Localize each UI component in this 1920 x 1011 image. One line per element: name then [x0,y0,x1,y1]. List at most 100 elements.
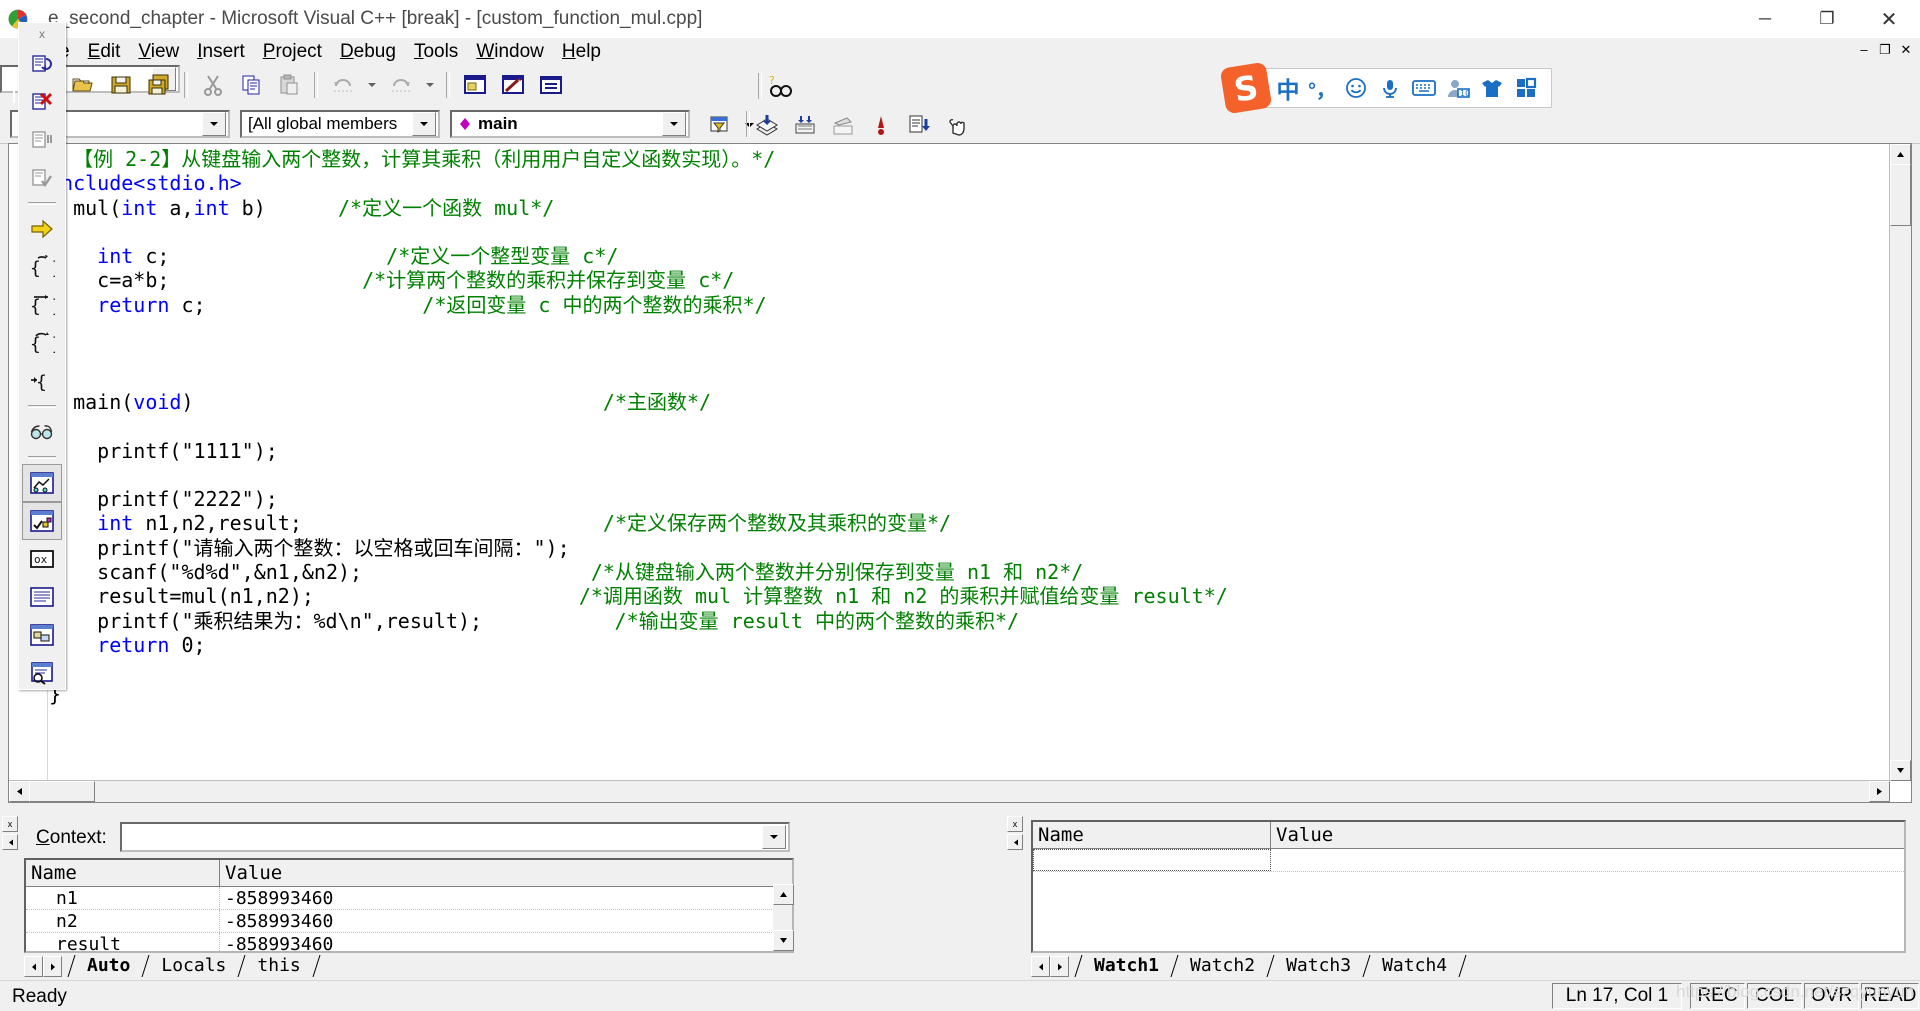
punctuation-mode-icon[interactable]: °， [1305,70,1339,106]
variables-window-icon[interactable] [22,502,62,540]
registers-window-icon[interactable]: ox [22,540,62,578]
copy-icon[interactable] [232,67,270,103]
close-pane-button[interactable]: x [1007,816,1023,832]
menu-item-debug[interactable]: Debug [331,40,405,64]
editor-vertical-scrollbar[interactable] [1889,144,1911,781]
call-stack-window-icon[interactable] [22,616,62,654]
restart-icon[interactable] [22,45,62,83]
menu-item-edit[interactable]: Edit [79,40,130,64]
go-icon[interactable] [900,107,938,143]
scroll-down-button[interactable] [773,930,794,951]
apply-code-changes-icon[interactable] [22,159,62,197]
show-next-statement-icon[interactable] [22,210,62,248]
watch-value-cell[interactable] [1271,849,1904,871]
menu-item-project[interactable]: Project [254,40,331,64]
step-into-icon[interactable]: { } [22,248,62,286]
filter-icon[interactable] [700,107,738,143]
compile-icon[interactable] [748,107,786,143]
close-button[interactable]: ✕ [1858,0,1920,38]
debug-toolbar[interactable]: x { } { } { } { } [18,22,66,690]
maximize-button[interactable]: ❐ [1796,0,1858,38]
chinese-mode-icon[interactable]: 中 [1271,70,1305,106]
tab-scroll-left-button[interactable] [1031,956,1050,977]
chevron-down-icon[interactable] [202,112,226,136]
function-combo[interactable]: main [450,110,690,138]
run-to-cursor-icon[interactable]: { } [22,362,62,400]
tab-this[interactable]: this [247,955,310,977]
resource-view-icon[interactable] [532,67,570,103]
menu-item-window[interactable]: Window [467,40,553,64]
step-over-icon[interactable]: { } [22,286,62,324]
variables-vertical-scrollbar[interactable] [773,884,794,951]
chevron-down-icon[interactable] [662,112,686,136]
tab-scroll-left-button[interactable] [24,956,43,977]
variable-value-cell[interactable]: -858993460 [220,887,792,909]
stop-build-icon[interactable] [824,107,862,143]
close-icon[interactable]: x [39,27,45,41]
tab-watch1[interactable]: Watch1 [1084,955,1169,977]
tab-auto[interactable]: Auto [77,955,140,977]
memory-window-icon[interactable] [22,578,62,616]
build-icon[interactable] [786,107,824,143]
collapse-pane-button[interactable] [2,834,18,850]
output-window-icon[interactable] [494,67,532,103]
menu-item-help[interactable]: Help [553,40,610,64]
redo-dropdown-icon[interactable] [420,67,440,103]
scroll-left-button[interactable] [9,781,30,802]
find-in-files-icon[interactable]: ? [760,68,798,104]
table-row[interactable]: n2 -858993460 [26,910,792,933]
break-execution-icon[interactable] [22,121,62,159]
tab-watch2[interactable]: Watch2 [1180,955,1265,977]
skin-icon[interactable] [1475,70,1509,106]
scroll-up-button[interactable] [773,884,794,905]
watch-window-icon[interactable] [22,464,62,502]
watch-grid[interactable]: Name Value [1031,820,1906,953]
stop-debugging-icon[interactable] [22,83,62,121]
scroll-thumb[interactable] [1890,164,1911,226]
mdi-restore-button[interactable]: ❐ [1875,42,1895,60]
context-combo[interactable] [120,822,790,852]
menu-item-tools[interactable]: Tools [405,40,467,64]
scroll-right-button[interactable] [1869,781,1890,802]
source-code[interactable]: * 【例 2-2】从键盘输入两个整数，计算其乘积（利用用户自定义函数实现）。*/… [49,147,1889,780]
watch-row[interactable] [1033,849,1904,872]
variable-name-cell[interactable]: result [26,933,220,955]
mdi-minimize-button[interactable]: – [1854,42,1874,60]
code-editor[interactable]: * 【例 2-2】从键盘输入两个整数，计算其乘积（利用用户自定义函数实现）。*/… [8,143,1912,803]
chevron-down-icon[interactable] [762,825,786,849]
workspace-window-icon[interactable] [456,67,494,103]
toolbox-icon[interactable] [1509,70,1543,106]
redo-icon[interactable] [382,67,420,103]
function-combo-value[interactable]: main [472,114,662,134]
sogou-ime-toolbar[interactable]: S 中 °， 10 [1219,61,1552,115]
column-header-value[interactable]: Value [220,860,792,886]
variable-value-cell[interactable]: -858993460 [220,933,792,955]
variable-name-cell[interactable]: n2 [26,910,220,932]
scroll-thumb[interactable] [29,781,95,802]
variables-grid[interactable]: Name Value n1 -858993460 n2 -858993460 resul… [24,858,794,956]
tab-scroll-right-button[interactable] [1050,956,1069,977]
save-icon[interactable] [102,67,140,103]
close-pane-button[interactable]: x [2,816,18,832]
members-combo-value[interactable]: [All global members [242,114,412,134]
undo-icon[interactable] [324,67,362,103]
collapse-pane-button[interactable] [1007,834,1023,850]
chevron-down-icon[interactable] [412,112,436,136]
members-combo[interactable]: [All global members [240,110,440,138]
column-header-name[interactable]: Name [26,860,220,886]
cut-icon[interactable] [194,67,232,103]
mdi-close-button[interactable]: ✕ [1896,42,1916,60]
column-header-value[interactable]: Value [1271,822,1904,848]
execute-icon[interactable] [862,107,900,143]
step-out-icon[interactable]: { } [22,324,62,362]
soft-keyboard-icon[interactable] [1407,70,1441,106]
watch-name-cell[interactable] [1033,849,1271,871]
debug-toolbar-caption[interactable]: x [19,23,65,45]
column-header-name[interactable]: Name [1033,822,1271,848]
user-account-icon[interactable]: 10 [1441,70,1475,106]
scroll-up-button[interactable] [1890,144,1911,165]
tab-watch3[interactable]: Watch3 [1276,955,1361,977]
emoji-icon[interactable] [1339,70,1373,106]
scroll-down-button[interactable] [1890,760,1911,781]
disassembly-window-icon[interactable] [22,654,62,692]
